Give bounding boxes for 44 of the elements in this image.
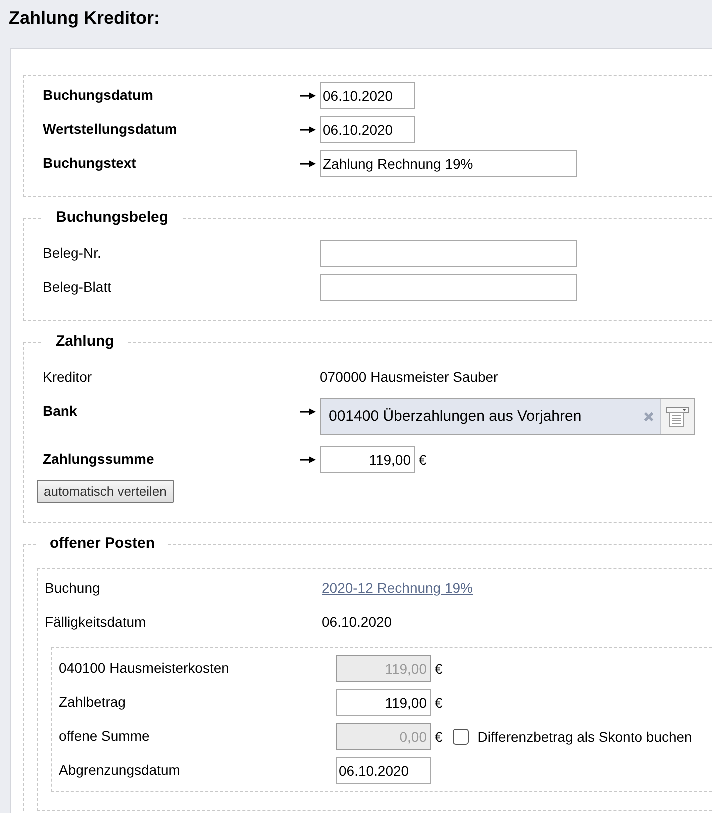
account-select[interactable]: 001400 Überzahlungen aus Vorjahren <box>320 398 695 435</box>
section-title: Buchungsbeleg <box>55 208 170 228</box>
section-title: offener Posten <box>49 534 156 554</box>
field-label: Bank <box>43 402 78 421</box>
field-label: 040100 Hausmeisterkosten <box>59 659 230 678</box>
input-field[interactable]: 119,00 <box>320 446 415 473</box>
clear-icon[interactable] <box>644 412 654 422</box>
field-label: Fälligkeitsdatum <box>45 613 146 632</box>
field-label: Beleg-Blatt <box>43 278 112 297</box>
input-field[interactable] <box>320 240 577 267</box>
field-label: Zahlungssumme <box>43 450 154 469</box>
field-label: Buchung <box>45 579 100 598</box>
section-title: Zahlung <box>55 332 116 352</box>
input-field[interactable]: 119,00 <box>336 689 431 716</box>
currency-symbol: € <box>435 660 443 676</box>
arrow-icon <box>300 158 316 168</box>
arrow-icon <box>300 406 316 416</box>
currency-symbol: € <box>435 728 443 744</box>
arrow-icon <box>300 90 316 100</box>
list-icon <box>666 406 689 426</box>
field-label: Zahlbetrag <box>59 693 126 712</box>
field-value: 06.10.2020 <box>322 613 392 632</box>
input-field[interactable]: 06.10.2020 <box>320 82 415 109</box>
arrow-icon <box>300 124 316 134</box>
field-label: Wertstellungsdatum <box>43 120 178 139</box>
input-field[interactable]: 06.10.2020 <box>320 116 415 143</box>
field-value: 070000 Hausmeister Sauber <box>320 368 498 387</box>
field-label: Abgrenzungsdatum <box>59 761 180 780</box>
selected-value: 001400 Überzahlungen aus Vorjahren <box>328 408 583 425</box>
field-label: Beleg-Nr. <box>43 244 102 263</box>
input-field[interactable] <box>320 274 577 301</box>
currency-symbol: € <box>419 452 427 468</box>
field-label: offene Summe <box>59 727 150 746</box>
distribute-button[interactable]: automatisch verteilen <box>37 480 174 503</box>
field-label: Buchungstext <box>43 154 136 173</box>
field-label: Kreditor <box>43 368 92 387</box>
field-label: Buchungsdatum <box>43 86 154 105</box>
currency-symbol: € <box>435 694 443 710</box>
booking-link[interactable]: 2020-12 Rechnung 19% <box>322 575 474 602</box>
input-field[interactable]: 06.10.2020 <box>336 757 431 784</box>
page-title: Zahlung Kreditor: <box>9 7 160 29</box>
list-button[interactable] <box>660 399 694 434</box>
input-field[interactable]: Zahlung Rechnung 19% <box>320 150 577 177</box>
arrow-icon <box>300 454 316 464</box>
